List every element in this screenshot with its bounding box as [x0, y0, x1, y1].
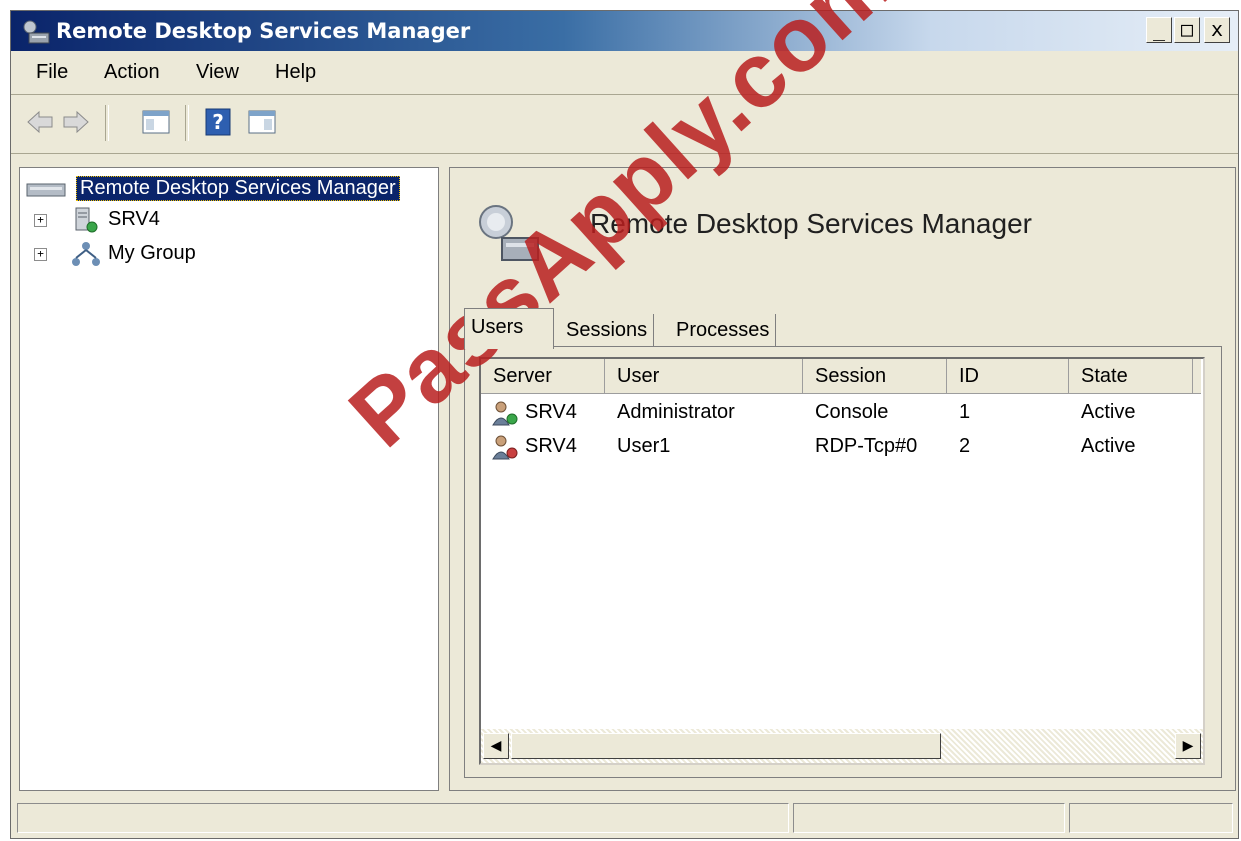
title-bar[interactable]: Remote Desktop Services Manager _ □ x [11, 11, 1238, 51]
minimize-button[interactable]: _ [1146, 17, 1172, 43]
users-list[interactable]: Server User Session ID State SRV4 Admini… [479, 357, 1205, 765]
menu-action[interactable]: Action [104, 61, 160, 84]
menu-help[interactable]: Help [275, 61, 316, 84]
tree-item-label: SRV4 [108, 208, 160, 230]
scroll-left-button[interactable]: ◀ [483, 733, 509, 759]
user-session-icon [492, 401, 518, 426]
scroll-thumb[interactable] [511, 733, 941, 759]
menu-bar: File Action View Help [11, 53, 1238, 93]
toolbar-separator-line [11, 153, 1238, 154]
list-header: Server User Session ID State [481, 359, 1201, 394]
status-panel [1069, 803, 1233, 833]
cell-state: Active [1081, 435, 1136, 457]
console-tree[interactable]: Remote Desktop Services Manager + SRV4 +… [19, 167, 439, 791]
tree-item-label: My Group [108, 242, 196, 264]
status-bar [11, 799, 1238, 838]
tab-processes[interactable]: Processes [670, 314, 777, 346]
cell-id: 1 [959, 401, 971, 423]
table-row[interactable]: SRV4 Administrator Console 1 Active [481, 395, 1201, 429]
cell-id: 2 [959, 435, 971, 457]
status-panel [17, 803, 789, 833]
menu-file[interactable]: File [36, 61, 68, 84]
tree-root-item[interactable]: Remote Desktop Services Manager [26, 174, 426, 202]
column-header-state[interactable]: State [1069, 359, 1193, 393]
toolbar: ? [11, 95, 1238, 151]
toolbar-separator [105, 105, 109, 141]
tree-item-my-group[interactable]: + My Group [34, 240, 334, 268]
cell-state: Active [1081, 401, 1136, 423]
status-panel [793, 803, 1065, 833]
svg-text:?: ? [212, 110, 224, 134]
toolbar-separator [185, 105, 189, 141]
maximize-button[interactable]: □ [1174, 17, 1200, 43]
back-arrow-icon[interactable] [25, 107, 55, 137]
app-window: Remote Desktop Services Manager _ □ x Fi… [10, 10, 1239, 839]
page-title: Remote Desktop Services Manager [590, 208, 1032, 239]
tree-root-label: Remote Desktop Services Manager [76, 176, 400, 201]
cell-user: Administrator [617, 401, 735, 423]
column-header-session[interactable]: Session [803, 359, 947, 393]
expand-icon[interactable]: + [34, 214, 47, 227]
column-header-user[interactable]: User [605, 359, 803, 393]
result-pane: Remote Desktop Services Manager Users Se… [449, 167, 1236, 791]
server-icon [75, 207, 98, 233]
forward-arrow-icon[interactable] [61, 107, 91, 137]
tree-item-srv4[interactable]: + SRV4 [34, 206, 334, 234]
rds-manager-icon [26, 183, 66, 197]
window-title: Remote Desktop Services Manager [56, 19, 471, 43]
cell-user: User1 [617, 435, 671, 457]
horizontal-scrollbar[interactable]: ◀ ▶ [481, 729, 1203, 763]
app-icon [23, 20, 50, 44]
users-tab-panel: Server User Session ID State SRV4 Admini… [464, 346, 1222, 778]
tab-users[interactable]: Users [464, 308, 554, 349]
expand-icon[interactable]: + [34, 248, 47, 261]
cell-session: RDP-Tcp#0 [815, 435, 918, 457]
tab-sessions[interactable]: Sessions [560, 314, 655, 346]
group-icon [72, 242, 100, 266]
close-button[interactable]: x [1204, 17, 1230, 43]
cell-session: Console [815, 401, 889, 423]
cell-server: SRV4 [525, 435, 577, 457]
rds-manager-large-icon [479, 205, 539, 261]
table-row[interactable]: SRV4 User1 RDP-Tcp#0 2 Active [481, 429, 1201, 463]
column-header-server[interactable]: Server [481, 359, 605, 393]
show-hide-action-pane-icon[interactable] [247, 107, 277, 137]
menu-view[interactable]: View [196, 61, 239, 84]
column-header-id[interactable]: ID [947, 359, 1069, 393]
scroll-right-button[interactable]: ▶ [1175, 733, 1201, 759]
show-hide-console-tree-icon[interactable] [141, 107, 171, 137]
user-session-icon [492, 435, 518, 460]
help-icon[interactable]: ? [203, 107, 233, 137]
cell-server: SRV4 [525, 401, 577, 423]
